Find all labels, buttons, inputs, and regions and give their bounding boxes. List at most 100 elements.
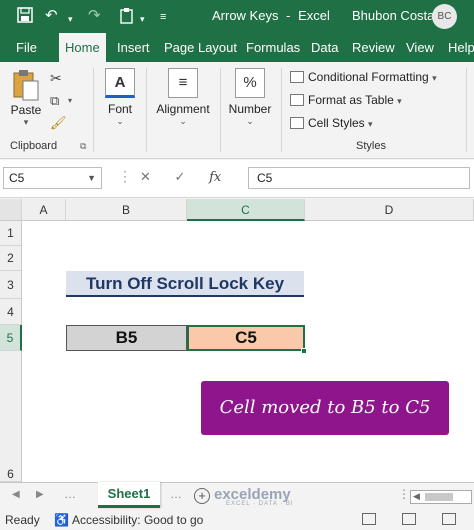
paste-quick-icon[interactable] — [120, 7, 135, 29]
ribbon-separator — [220, 68, 221, 152]
accessibility-icon: ♿ — [54, 513, 69, 527]
chevron-down-icon: ▾ — [432, 73, 437, 83]
paste-dropdown-icon[interactable]: ▾ — [140, 10, 145, 28]
alignment-icon: ≡ — [168, 68, 198, 98]
avatar[interactable]: BC — [432, 4, 457, 29]
ribbon-separator — [146, 68, 147, 152]
number-button[interactable]: % Number ⌄ — [226, 68, 274, 127]
page-layout-view-icon[interactable] — [402, 513, 416, 525]
cell-styles-button[interactable]: Cell Styles ▾ — [290, 116, 373, 130]
conditional-formatting-icon — [290, 71, 304, 83]
copy-dropdown-icon[interactable]: ▾ — [68, 96, 72, 105]
row-header-3[interactable]: 3 — [0, 271, 22, 299]
chevron-down-icon: ▾ — [397, 96, 402, 106]
cut-icon[interactable]: ✂ — [50, 70, 62, 87]
tab-data[interactable]: Data — [309, 33, 340, 62]
row-header-5[interactable]: 5 — [0, 325, 22, 351]
styles-group-label: Styles — [356, 140, 386, 152]
scroll-left-icon[interactable]: ◀ — [413, 491, 420, 502]
paste-dropdown-icon[interactable]: ▾ — [8, 117, 44, 128]
alignment-dropdown-icon: ⌄ — [179, 116, 187, 126]
tab-formulas[interactable]: Formulas — [244, 33, 302, 62]
heading-cell[interactable]: Turn Off Scroll Lock Key — [66, 271, 304, 297]
tab-home[interactable]: Home — [59, 33, 106, 62]
conditional-formatting-button[interactable]: Conditional Formatting ▾ — [290, 70, 437, 84]
chevron-down-icon: ▾ — [368, 119, 373, 129]
sheet-tab-bar: ◀ ▶ … Sheet1 … + exceldemy EXCEL · DATA … — [0, 482, 474, 510]
column-header-a[interactable]: A — [22, 199, 66, 221]
normal-view-icon[interactable] — [362, 513, 376, 525]
tab-file[interactable]: File — [14, 33, 39, 62]
watermark-tagline: EXCEL · DATA · BI — [226, 501, 294, 507]
scroll-options-icon[interactable]: ⋮ — [398, 487, 410, 501]
alignment-button[interactable]: ≡ Alignment ⌄ — [152, 68, 214, 127]
paste-label: Paste — [10, 103, 42, 117]
next-sheet-icon[interactable]: ▶ — [36, 489, 44, 500]
ribbon-separator — [466, 68, 467, 152]
column-header-d[interactable]: D — [305, 199, 474, 221]
undo-dropdown-icon[interactable]: ▾ — [68, 10, 73, 28]
ribbon-separator — [281, 68, 282, 152]
tab-page-layout[interactable]: Page Layout — [162, 33, 239, 62]
title-bar: ↶ ▾ ↷ ▾ ≡ Arrow Keys - Excel Bhubon Cost… — [0, 0, 474, 33]
row-header-6[interactable]: 6 — [0, 351, 22, 482]
accessibility-status[interactable]: ♿ Accessibility: Good to go — [54, 513, 203, 527]
customize-toolbar-icon[interactable]: ≡ — [160, 8, 166, 26]
horizontal-scrollbar[interactable]: ◀ — [410, 490, 472, 504]
cell-styles-icon — [290, 117, 304, 129]
format-as-table-button[interactable]: Format as Table ▾ — [290, 93, 402, 107]
cell-b5[interactable]: B5 — [66, 325, 187, 351]
tab-help[interactable]: Help — [446, 33, 474, 62]
note-callout: Cell moved to B5 to C5 — [201, 381, 449, 435]
ribbon: Paste ▾ ✂ ⧉ ▾ 🖌 Clipboard ⧉ A Font ⌄ ≡ A… — [0, 62, 474, 159]
copy-icon[interactable]: ⧉ — [50, 93, 59, 109]
clipboard-launcher-icon[interactable]: ⧉ — [80, 141, 86, 152]
font-button[interactable]: A Font ⌄ — [100, 68, 140, 127]
add-sheet-button[interactable]: + — [194, 488, 210, 504]
font-icon: A — [105, 68, 135, 98]
scrollbar-thumb[interactable] — [425, 493, 453, 501]
number-label: Number — [228, 102, 272, 116]
worksheet-grid[interactable]: A B C D 1 2 3 4 5 6 Turn Off Scroll Lock… — [0, 199, 474, 482]
formula-input[interactable]: C5 — [248, 167, 470, 189]
more-sheets-icon[interactable]: … — [64, 487, 76, 501]
page-break-view-icon[interactable] — [442, 513, 456, 525]
alignment-label: Alignment — [156, 102, 210, 116]
chevron-down-icon[interactable]: ▼ — [87, 168, 96, 188]
more-options-icon[interactable]: ⋮ — [118, 168, 132, 185]
fill-handle[interactable] — [301, 348, 307, 354]
select-all-corner[interactable] — [0, 199, 22, 221]
number-dropdown-icon: ⌄ — [246, 116, 254, 126]
more-sheets-right-icon[interactable]: … — [170, 487, 182, 501]
column-header-b[interactable]: B — [66, 199, 187, 221]
percent-icon: % — [235, 68, 265, 98]
undo-icon[interactable]: ↶ — [45, 7, 58, 25]
format-painter-icon[interactable]: 🖌 — [50, 115, 67, 131]
enter-icon[interactable]: ✓ — [175, 169, 186, 184]
row-header-4[interactable]: 4 — [0, 299, 22, 325]
prev-sheet-icon[interactable]: ◀ — [12, 489, 20, 500]
format-as-table-icon — [290, 94, 304, 106]
font-label: Font — [107, 102, 132, 116]
tab-review[interactable]: Review — [350, 33, 397, 62]
user-name[interactable]: Bhubon Costa — [352, 8, 434, 23]
conditional-formatting-label: Conditional Formatting — [308, 70, 429, 84]
sheet-tab-sheet1[interactable]: Sheet1 — [98, 482, 160, 508]
paste-button[interactable]: Paste ▾ — [8, 68, 44, 128]
name-box[interactable]: C5 ▼ — [3, 167, 102, 189]
status-bar: Ready ♿ Accessibility: Good to go — [0, 510, 474, 530]
tab-view[interactable]: View — [404, 33, 436, 62]
column-header-c[interactable]: C — [187, 199, 305, 221]
clipboard-group-label: Clipboard — [10, 140, 58, 152]
insert-function-icon[interactable]: fx — [209, 170, 221, 185]
formula-bar: C5 ▼ ⋮ ✕ ✓ fx C5 — [0, 160, 474, 198]
tab-insert[interactable]: Insert — [115, 33, 152, 62]
row-header-1[interactable]: 1 — [0, 221, 22, 246]
cell-c5[interactable]: C5 — [187, 325, 305, 351]
ribbon-tabs: File Home Insert Page Layout Formulas Da… — [0, 33, 474, 62]
redo-icon[interactable]: ↷ — [88, 7, 101, 25]
ribbon-separator — [93, 68, 94, 152]
cancel-icon[interactable]: ✕ — [140, 169, 151, 184]
save-icon[interactable] — [17, 7, 33, 28]
row-header-2[interactable]: 2 — [0, 246, 22, 271]
